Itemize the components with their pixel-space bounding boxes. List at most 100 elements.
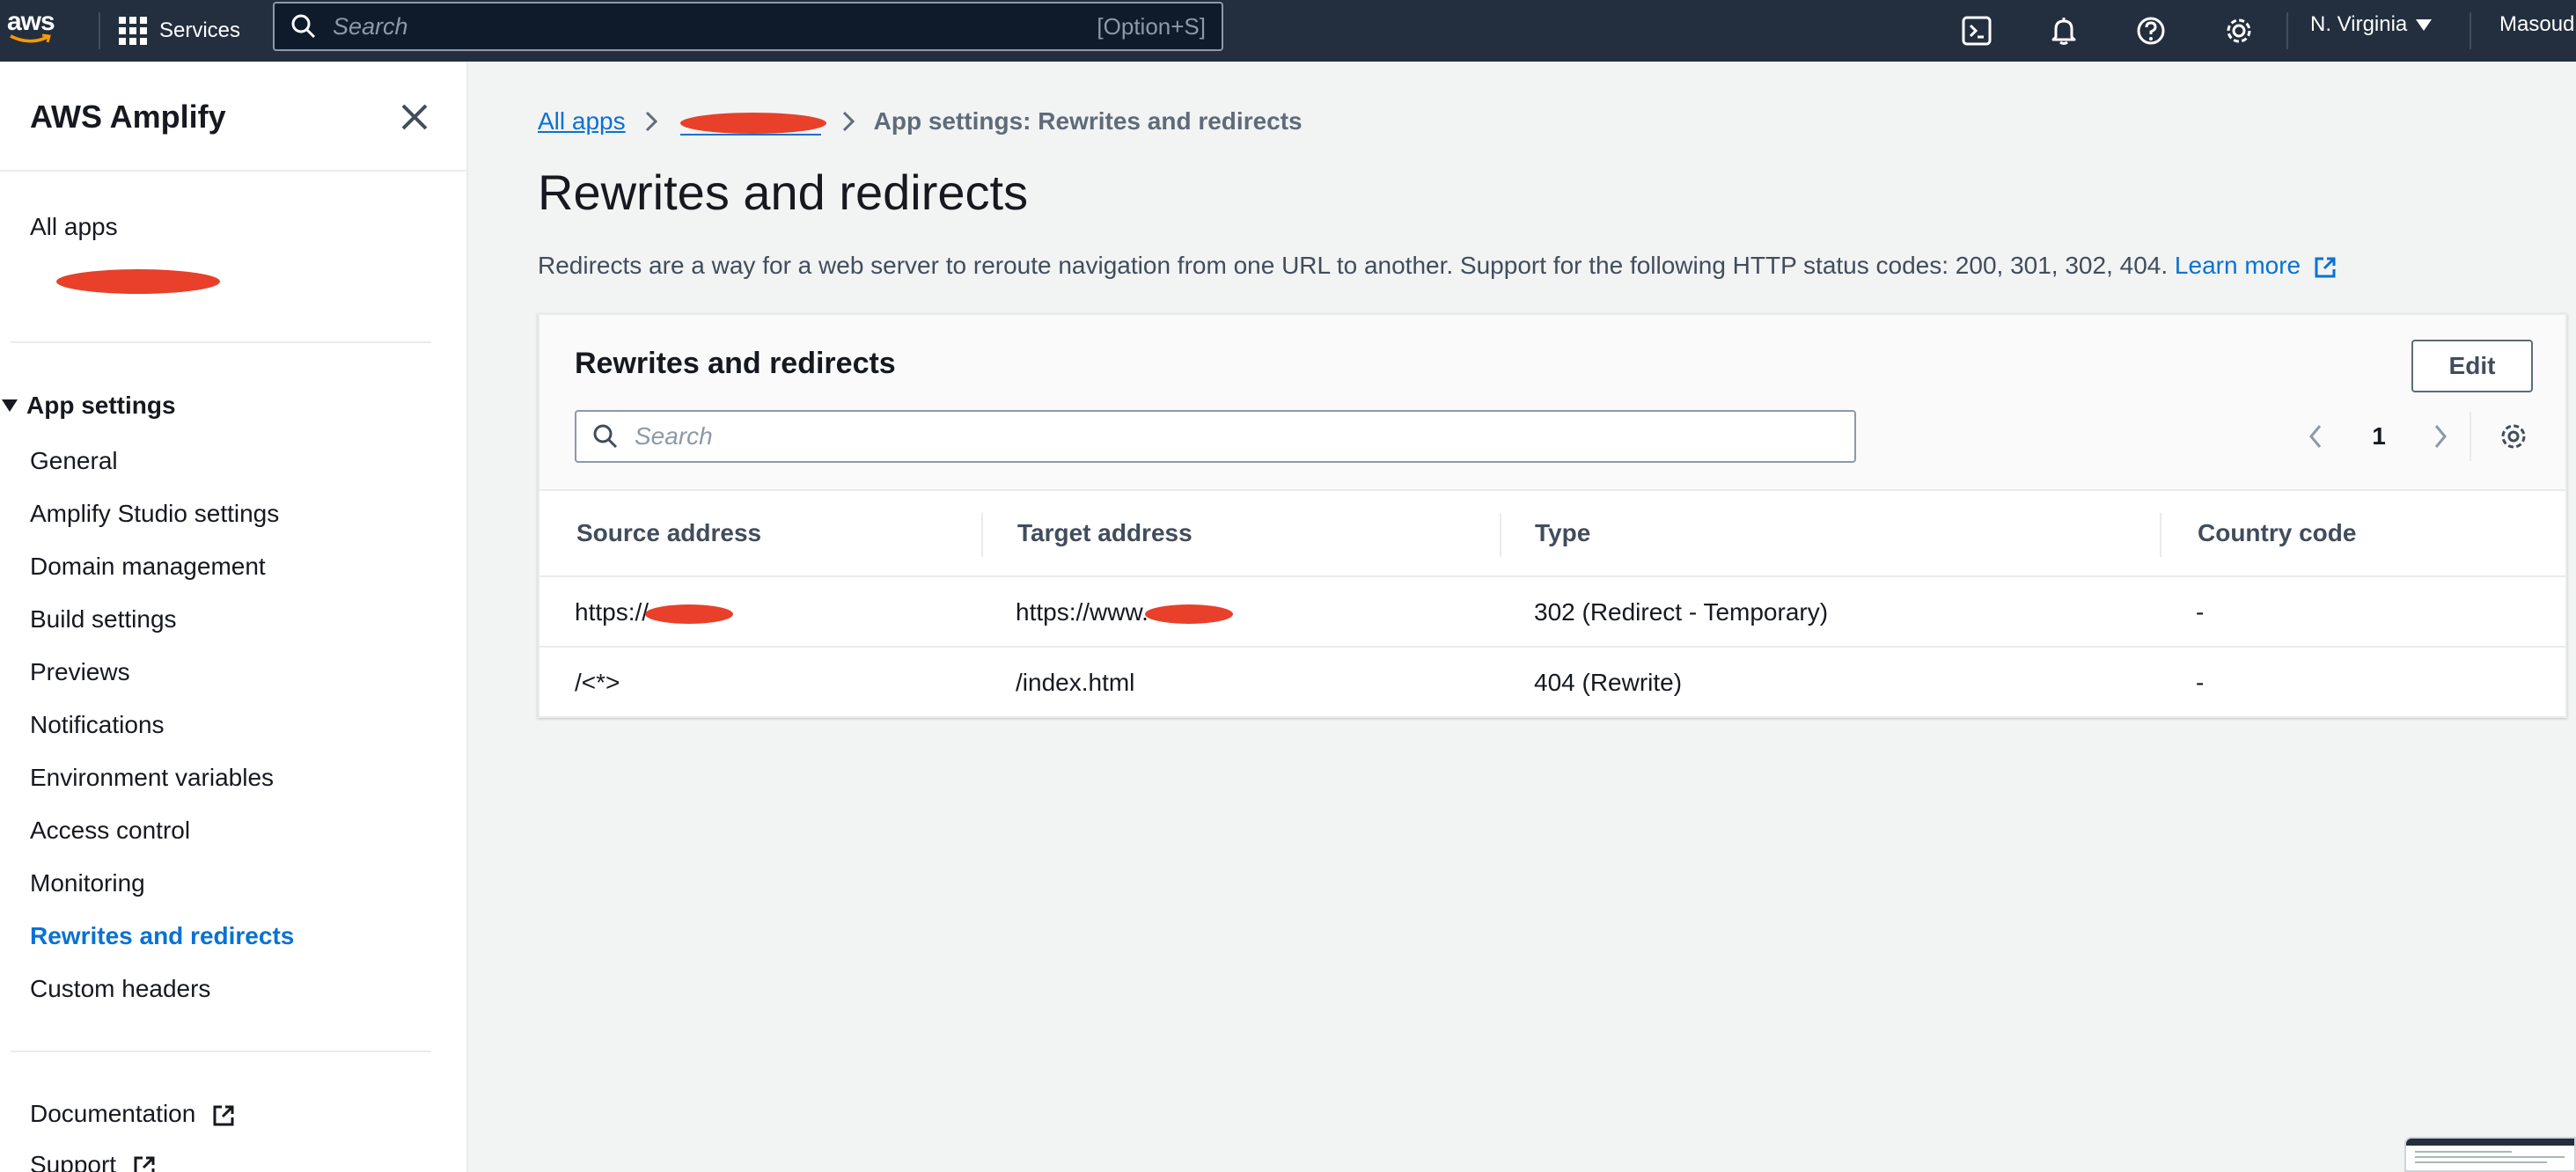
- cell-target-address: /index.html: [1016, 669, 1135, 696]
- support-label: Support: [30, 1151, 117, 1172]
- sidebar-item-monitoring[interactable]: Monitoring: [30, 869, 145, 897]
- column-header-target-address[interactable]: Target address: [1017, 519, 1193, 547]
- sidebar-item-access-control[interactable]: Access control: [30, 817, 190, 845]
- nav-divider: [99, 12, 100, 49]
- header-separator: [539, 575, 2565, 577]
- sidebar-item-amplify-studio-settings[interactable]: Amplify Studio settings: [30, 500, 279, 528]
- grid-icon: [119, 17, 147, 45]
- column-header-country-code[interactable]: Country code: [2198, 519, 2356, 547]
- rewrites-redirects-table-panel: Rewrites and redirects Edit Search 1 Sou…: [538, 313, 2567, 718]
- sidebar-divider: [11, 341, 431, 343]
- link-underline: [679, 134, 821, 136]
- target-text: https://www.: [1016, 598, 1149, 626]
- sidebar-item-previews[interactable]: Previews: [30, 658, 130, 686]
- thumbnail-line: [2415, 1156, 2565, 1158]
- cell-source-address: /<*>: [575, 669, 620, 696]
- settings-gear-icon: [2501, 424, 2526, 449]
- global-search-input[interactable]: Search [Option+S]: [273, 2, 1223, 51]
- thumbnail-topbar: [2406, 1139, 2574, 1146]
- cell-country-code: -: [2196, 669, 2205, 696]
- search-placeholder: Search: [333, 12, 408, 40]
- cell-target-address: https://www.: [1016, 598, 1233, 626]
- region-label: N. Virginia: [2310, 12, 2408, 36]
- caret-down-icon: [2416, 18, 2433, 31]
- redacted-app-name: [679, 113, 826, 134]
- services-label: Services: [159, 18, 241, 42]
- previous-page-button[interactable]: [2298, 414, 2333, 459]
- top-navigation-bar: aws Services Search [Option+S] N. Virgin…: [0, 0, 2576, 62]
- redacted-target: [1144, 604, 1233, 624]
- chevron-left-icon: [2309, 425, 2322, 448]
- description-text: Redirects are a way for a web server to …: [538, 252, 2169, 279]
- cell-type: 302 (Redirect - Temporary): [1534, 598, 1829, 626]
- redacted-source: [645, 604, 734, 624]
- breadcrumb: All apps App settings: Rewrites and redi…: [538, 107, 1303, 136]
- search-icon: [593, 424, 618, 449]
- external-link-icon: [2315, 257, 2336, 278]
- column-divider[interactable]: [981, 513, 983, 557]
- table-search-input[interactable]: Search: [575, 410, 1856, 463]
- column-header-source-address[interactable]: Source address: [576, 519, 761, 547]
- source-text: https://: [575, 598, 650, 626]
- support-link[interactable]: Support: [30, 1151, 157, 1172]
- column-divider[interactable]: [2160, 513, 2161, 557]
- sidebar-divider: [11, 1051, 431, 1052]
- sidebar-header: AWS Amplify: [0, 62, 466, 172]
- sidebar-item-domain-management[interactable]: Domain management: [30, 553, 266, 581]
- row-separator: [539, 646, 2565, 648]
- search-icon: [291, 14, 316, 39]
- nav-divider: [2286, 12, 2288, 49]
- caret-down-icon: [2, 399, 18, 412]
- close-navigation-button[interactable]: [394, 97, 435, 137]
- learn-more-link[interactable]: Learn more: [2175, 252, 2337, 279]
- cell-country-code: -: [2196, 598, 2205, 626]
- side-navigation: AWS Amplify All apps App settings Genera…: [0, 62, 468, 1172]
- search-shortcut-hint: [Option+S]: [1097, 12, 1206, 40]
- external-link-icon: [213, 1105, 234, 1126]
- cloudshell-icon[interactable]: [1955, 9, 1999, 53]
- sidebar-item-environment-variables[interactable]: Environment variables: [30, 764, 274, 792]
- edit-button[interactable]: Edit: [2411, 340, 2533, 392]
- help-icon[interactable]: [2129, 9, 2173, 53]
- page-title: Rewrites and redirects: [538, 165, 1029, 220]
- column-header-type[interactable]: Type: [1535, 519, 1590, 547]
- table-search-placeholder: Search: [635, 422, 713, 450]
- screenshot-thumbnail[interactable]: [2404, 1137, 2576, 1172]
- cell-type: 404 (Rewrite): [1534, 669, 1683, 696]
- next-page-button[interactable]: [2423, 414, 2458, 459]
- region-selector[interactable]: N. Virginia: [2310, 12, 2433, 37]
- sidebar-item-general[interactable]: General: [30, 447, 118, 475]
- notifications-bell-icon[interactable]: [2042, 9, 2086, 53]
- thumbnail-line: [2415, 1161, 2547, 1163]
- thumbnail-line: [2415, 1151, 2512, 1153]
- sidebar-item-notifications[interactable]: Notifications: [30, 711, 165, 739]
- chevron-right-icon: [842, 111, 855, 132]
- chevron-right-icon: [645, 111, 657, 132]
- sidebar-item-custom-headers[interactable]: Custom headers: [30, 975, 210, 1003]
- panel-title: Rewrites and redirects: [575, 347, 896, 380]
- chevron-right-icon: [2434, 425, 2447, 448]
- aws-logo[interactable]: aws: [7, 7, 69, 51]
- documentation-link[interactable]: Documentation: [30, 1100, 236, 1128]
- panel-header: Rewrites and redirects Edit Search 1: [539, 315, 2565, 491]
- learn-more-label: Learn more: [2174, 252, 2301, 279]
- page-description: Redirects are a way for a web server to …: [538, 252, 2337, 280]
- aws-smile-icon: [10, 33, 51, 43]
- services-menu-button[interactable]: Services: [119, 9, 240, 53]
- breadcrumb-all-apps[interactable]: All apps: [538, 107, 626, 136]
- table-preferences-button[interactable]: [2493, 414, 2534, 459]
- settings-gear-icon[interactable]: [2217, 9, 2261, 53]
- redacted-app-name[interactable]: [56, 269, 220, 294]
- user-menu[interactable]: Masoud: [2499, 12, 2574, 37]
- sidebar-title[interactable]: AWS Amplify: [30, 99, 226, 136]
- current-page-number[interactable]: 1: [2363, 414, 2395, 459]
- column-divider[interactable]: [1500, 513, 1501, 557]
- sidebar-item-all-apps[interactable]: All apps: [30, 213, 118, 241]
- sidebar-item-rewrites-and-redirects[interactable]: Rewrites and redirects: [30, 922, 294, 950]
- section-heading-label: App settings: [26, 392, 176, 419]
- app-settings-section-toggle[interactable]: App settings: [2, 392, 176, 420]
- breadcrumb-app-link[interactable]: [677, 109, 826, 136]
- breadcrumb-current: App settings: Rewrites and redirects: [873, 107, 1303, 135]
- documentation-label: Documentation: [30, 1100, 196, 1127]
- sidebar-item-build-settings[interactable]: Build settings: [30, 605, 177, 634]
